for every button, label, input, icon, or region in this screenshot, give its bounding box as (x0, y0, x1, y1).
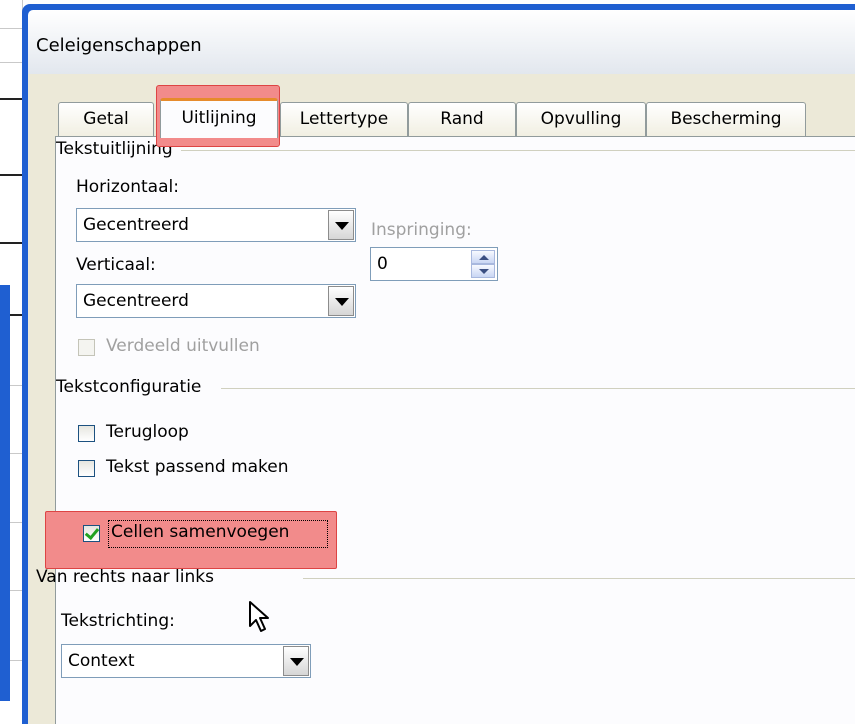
tab-label: Getal (83, 109, 129, 129)
horizontal-value: Gecentreerd (83, 215, 189, 235)
indent-spinner[interactable]: 0 (370, 247, 498, 281)
justify-distributed-checkbox[interactable] (78, 339, 95, 356)
dialog-titlebar[interactable]: Celeigenschappen (28, 10, 855, 74)
indent-label: Inspringing: (371, 220, 472, 240)
tab-label: Lettertype (299, 109, 389, 129)
tab-uitlijning[interactable]: Uitlijning (160, 98, 278, 138)
tab-bescherming[interactable]: Bescherming (646, 102, 806, 136)
tab-rand[interactable]: Rand (408, 102, 516, 136)
tab-label: Bescherming (670, 109, 782, 129)
cell-properties-dialog: Celeigenschappen Getal Uitlijning Letter… (22, 4, 855, 724)
vertical-value: Gecentreerd (83, 291, 189, 311)
indent-value: 0 (377, 254, 388, 274)
group-divider (221, 388, 855, 389)
dialog-client-area: Getal Uitlijning Lettertype Rand Opvulli… (28, 74, 855, 724)
mouse-cursor-icon (249, 601, 269, 632)
group-divider (176, 150, 855, 151)
text-direction-label: Tekstrichting: (61, 611, 175, 631)
wrap-text-checkbox[interactable] (78, 425, 95, 442)
text-direction-combobox[interactable]: Context (61, 644, 311, 678)
wrap-text-label[interactable]: Terugloop (106, 422, 189, 442)
shrink-to-fit-checkbox[interactable] (78, 460, 95, 477)
spin-up-icon[interactable] (471, 250, 495, 264)
rtl-group-label: Van rechts naar links (36, 567, 214, 587)
alignment-panel: Tekstuitlijning Horizontaal: Gecentreerd… (55, 136, 855, 724)
merge-cells-checkbox[interactable] (83, 525, 100, 542)
justify-distributed-label: Verdeeld uitvullen (106, 336, 260, 356)
tab-label: Opvulling (540, 109, 622, 129)
vertical-label: Verticaal: (76, 255, 156, 275)
shrink-to-fit-label[interactable]: Tekst passend maken (106, 457, 289, 477)
horizontal-label: Horizontaal: (76, 177, 179, 197)
spreadsheet-blue-edge (0, 285, 10, 701)
tab-lettertype[interactable]: Lettertype (280, 102, 408, 136)
chevron-down-icon[interactable] (283, 646, 309, 676)
dialog-title: Celeigenschappen (36, 35, 202, 56)
text-control-group-label: Tekstconfiguratie (56, 377, 210, 397)
group-divider (303, 578, 855, 579)
horizontal-combobox[interactable]: Gecentreerd (76, 208, 356, 242)
merge-cells-label[interactable]: Cellen samenvoegen (111, 522, 289, 542)
tab-opvulling[interactable]: Opvulling (516, 102, 646, 136)
vertical-combobox[interactable]: Gecentreerd (76, 284, 356, 318)
chevron-down-icon[interactable] (328, 210, 354, 240)
tab-getal[interactable]: Getal (58, 102, 154, 136)
spin-down-icon[interactable] (471, 264, 495, 278)
tab-label: Uitlijning (181, 108, 257, 128)
tab-label: Rand (440, 109, 484, 129)
text-direction-value: Context (68, 651, 135, 671)
chevron-down-icon[interactable] (328, 286, 354, 316)
